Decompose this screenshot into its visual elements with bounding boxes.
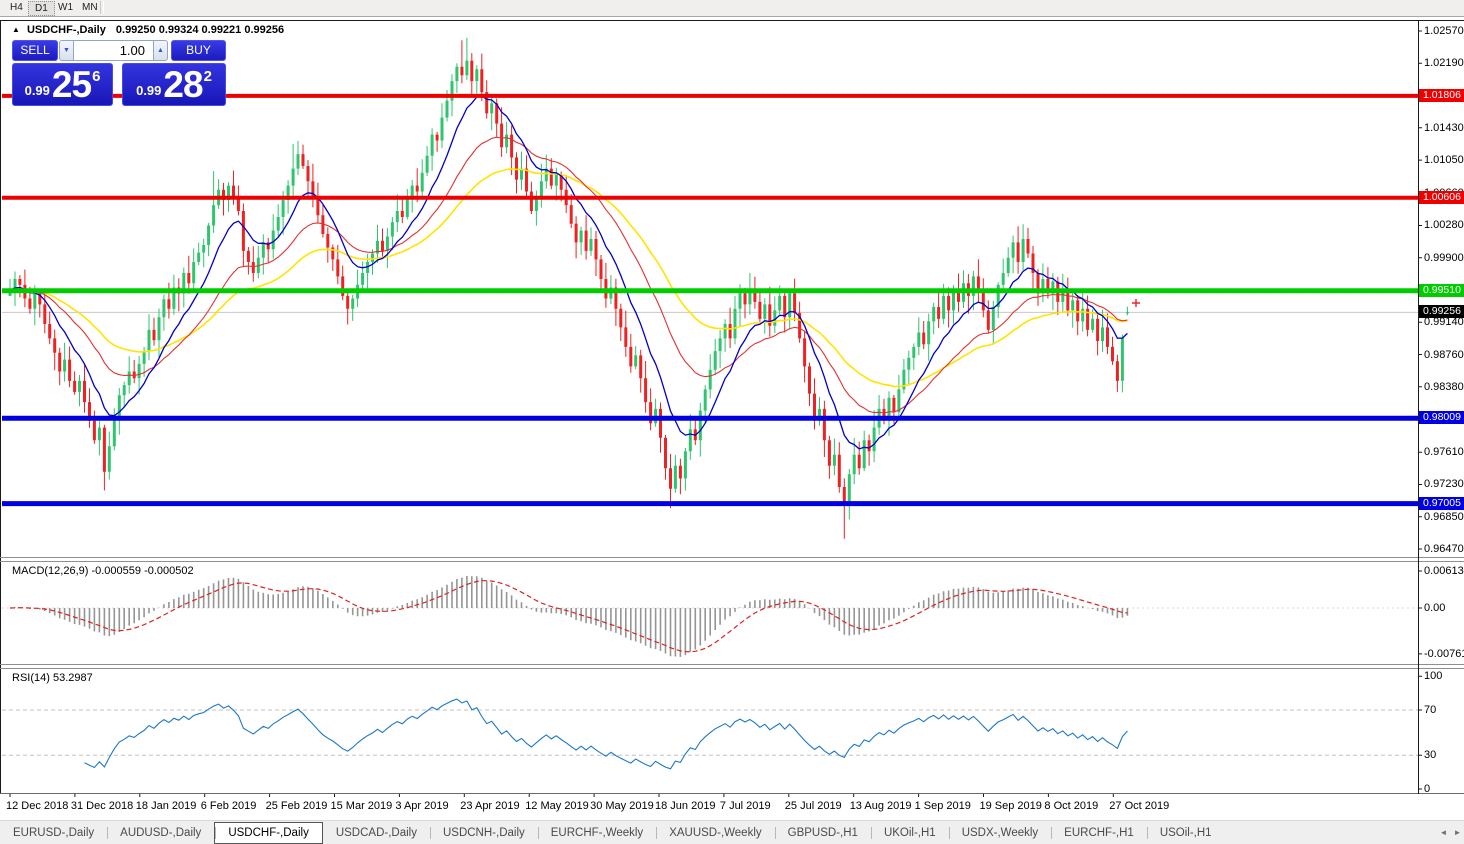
hline-price-chip: 0.98009 <box>1419 411 1464 424</box>
price-axis-border <box>1418 20 1419 794</box>
metatrader-window: H4D1W1MN ▲ USDCHF-,Daily 0.99250 0.99324… <box>0 0 1464 844</box>
axis-tick-label: 70 <box>1424 704 1436 716</box>
date-tick-label: 7 Jul 2019 <box>720 800 771 812</box>
date-tick-label: 31 Dec 2018 <box>71 800 133 812</box>
date-tick-label: 27 Oct 2019 <box>1109 800 1169 812</box>
sell-price-pip: 6 <box>92 68 100 85</box>
hline-price-chip: 0.97005 <box>1419 497 1464 510</box>
axis-tick-label: 1.01430 <box>1424 122 1464 134</box>
tab-audusd-daily[interactable]: AUDUSD-,Daily <box>107 823 214 843</box>
axis-tick-label: 0.00 <box>1424 602 1445 614</box>
hline-price-chip: 1.00606 <box>1419 191 1464 204</box>
chart-left-border <box>0 20 1 794</box>
tab-ukoil-h1[interactable]: UKOil-,H1 <box>871 823 949 843</box>
sell-price-big: 25 <box>52 65 91 105</box>
macd-panel <box>2 576 1418 657</box>
sell-price-handle: 0.99 <box>25 83 50 98</box>
date-tick-label: 23 Apr 2019 <box>460 800 519 812</box>
axis-tick-label: 0.96850 <box>1424 511 1464 523</box>
date-tick-label: 19 Sep 2019 <box>980 800 1042 812</box>
date-tick-label: 25 Feb 2019 <box>266 800 328 812</box>
tab-usoil-h1[interactable]: USOil-,H1 <box>1147 823 1225 843</box>
tab-usdchf-daily[interactable]: USDCHF-,Daily <box>214 822 323 844</box>
tab-xauusd-weekly[interactable]: XAUUSD-,Weekly <box>656 823 774 843</box>
hline-price-chip: 1.01806 <box>1419 89 1464 102</box>
axis-tick-label: 0.00613 <box>1424 565 1464 577</box>
ma-mid-line <box>10 137 1127 413</box>
ma-fast-line <box>10 96 1127 449</box>
chart-symbol-period: USDCHF-,Daily <box>27 24 106 36</box>
rsi-indicator-label: RSI(14) 53.2987 <box>12 672 93 684</box>
axis-tick-label: 0 <box>1424 783 1430 795</box>
last-bar-cross-marker <box>1132 299 1140 307</box>
axis-tick-label: 1.00280 <box>1424 219 1464 231</box>
date-tick-label: 15 Mar 2019 <box>331 800 393 812</box>
chart-ohlc-values: 0.99250 0.99324 0.99221 0.99256 <box>116 24 284 36</box>
date-tick-label: 25 Jul 2019 <box>785 800 842 812</box>
buy-button[interactable]: BUY <box>171 40 226 61</box>
rsi-panel-bottom-border <box>0 793 1464 794</box>
axis-tick-label: 0.97230 <box>1424 478 1464 490</box>
tab-eurchf-weekly[interactable]: EURCHF-,Weekly <box>538 823 656 843</box>
axis-tick-label: 0.96470 <box>1424 543 1464 555</box>
tab-scroll-left-icon[interactable]: ◄ <box>1437 826 1450 839</box>
price-panel-bottom-border[interactable] <box>0 557 1464 558</box>
tab-gbpusd-h1[interactable]: GBPUSD-,H1 <box>775 823 871 843</box>
axis-tick-label: 0.98760 <box>1424 349 1464 361</box>
axis-tick-label: 30 <box>1424 749 1436 761</box>
axis-ticks <box>10 31 1422 797</box>
axis-tick-label: 1.01050 <box>1424 154 1464 166</box>
date-tick-label: 8 Oct 2019 <box>1044 800 1098 812</box>
chart-title: ▲ USDCHF-,Daily 0.99250 0.99324 0.99221 … <box>12 24 284 36</box>
macd-panel-bottom-border[interactable] <box>0 664 1464 665</box>
date-tick-label: 13 Aug 2019 <box>850 800 912 812</box>
buy-price-box[interactable]: 0.99 28 2 <box>122 63 226 106</box>
volume-decrease-button[interactable]: ▼ <box>59 40 74 61</box>
date-tick-label: 12 May 2019 <box>525 800 589 812</box>
tab-usdx-weekly[interactable]: USDX-,Weekly <box>949 823 1051 843</box>
date-tick-label: 18 Jan 2019 <box>136 800 197 812</box>
chart-canvas[interactable] <box>0 0 1464 844</box>
volume-increase-button[interactable]: ▲ <box>153 40 168 61</box>
tab-scroll-right-icon[interactable]: ► <box>1451 826 1464 839</box>
axis-tick-label: -0.007612 <box>1424 648 1464 660</box>
axis-tick-label: 1.02190 <box>1424 57 1464 69</box>
buy-price-pip: 2 <box>204 68 212 85</box>
axis-tick-label: 0.99900 <box>1424 252 1464 264</box>
macd-indicator-label: MACD(12,26,9) -0.000559 -0.000502 <box>12 565 194 577</box>
axis-tick-label: 1.02570 <box>1424 25 1464 37</box>
tab-usdcad-daily[interactable]: USDCAD-,Daily <box>323 823 430 843</box>
hline-price-chip: 0.99510 <box>1419 284 1464 297</box>
collapse-chart-icon[interactable]: ▲ <box>12 25 20 34</box>
date-tick-label: 12 Dec 2018 <box>6 800 68 812</box>
macd-signal-line <box>10 581 1127 652</box>
tab-eurchf-h1[interactable]: EURCHF-,H1 <box>1051 823 1147 843</box>
macd-panel-top-border <box>0 561 1464 562</box>
tab-usdcnh-daily[interactable]: USDCNH-,Daily <box>430 823 538 843</box>
chart-tab-bar: EURUSD-,DailyAUDUSD-,DailyUSDCHF-,DailyU… <box>0 820 1464 844</box>
sell-button[interactable]: SELL <box>12 40 58 61</box>
ma-slow-line <box>10 169 1127 387</box>
date-tick-label: 30 May 2019 <box>590 800 654 812</box>
date-tick-label: 18 Jun 2019 <box>655 800 716 812</box>
tab-eurusd-daily[interactable]: EURUSD-,Daily <box>0 823 107 843</box>
chart-top-border <box>0 20 1464 21</box>
buy-price-handle: 0.99 <box>136 83 161 98</box>
one-click-trading-panel: SELL ▼ ▲ BUY 0.99 25 6 0.99 28 2 <box>12 40 228 106</box>
axis-tick-label: 0.98380 <box>1424 381 1464 393</box>
date-tick-label: 1 Sep 2019 <box>915 800 971 812</box>
current-price-chip: 0.99256 <box>1419 305 1464 318</box>
macd-histogram <box>10 576 1127 657</box>
volume-input[interactable] <box>74 40 153 61</box>
buy-price-big: 28 <box>163 65 202 105</box>
rsi-panel <box>2 699 1418 769</box>
axis-tick-label: 0.97610 <box>1424 446 1464 458</box>
sell-price-box[interactable]: 0.99 25 6 <box>12 63 113 106</box>
date-tick-label: 6 Feb 2019 <box>201 800 257 812</box>
rsi-panel-top-border <box>0 668 1464 669</box>
date-tick-label: 3 Apr 2019 <box>395 800 448 812</box>
axis-tick-label: 100 <box>1424 670 1442 682</box>
